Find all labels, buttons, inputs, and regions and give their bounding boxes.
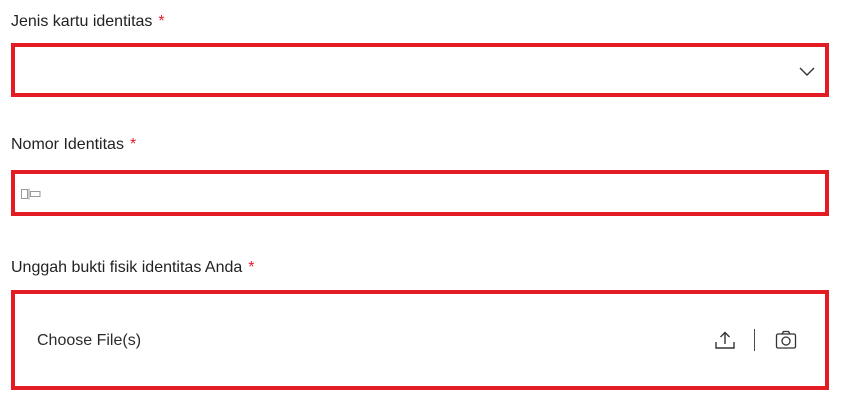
camera-icon[interactable]: [775, 329, 797, 351]
choose-files-text[interactable]: Choose File(s): [37, 331, 141, 351]
required-mark: *: [248, 259, 255, 276]
id-upload-label: Unggah bukti fisik identitas Anda *: [11, 258, 255, 278]
id-upload-label-text: Unggah bukti fisik identitas Anda: [11, 259, 243, 276]
id-type-label-text: Jenis kartu identitas: [11, 13, 153, 30]
id-card-icon: [21, 188, 41, 200]
id-type-label: Jenis kartu identitas *: [11, 12, 165, 32]
upload-icon[interactable]: [714, 329, 736, 351]
required-mark: *: [158, 13, 165, 30]
id-type-select[interactable]: [11, 43, 829, 97]
upload-actions: [714, 326, 797, 354]
id-number-label: Nomor Identitas *: [11, 135, 136, 155]
id-upload-dropzone[interactable]: Choose File(s): [11, 290, 829, 390]
id-number-input[interactable]: [11, 170, 829, 216]
id-number-label-text: Nomor Identitas: [11, 136, 124, 153]
chevron-down-icon[interactable]: [798, 62, 816, 80]
required-mark: *: [129, 136, 137, 153]
actions-divider: [754, 329, 755, 351]
